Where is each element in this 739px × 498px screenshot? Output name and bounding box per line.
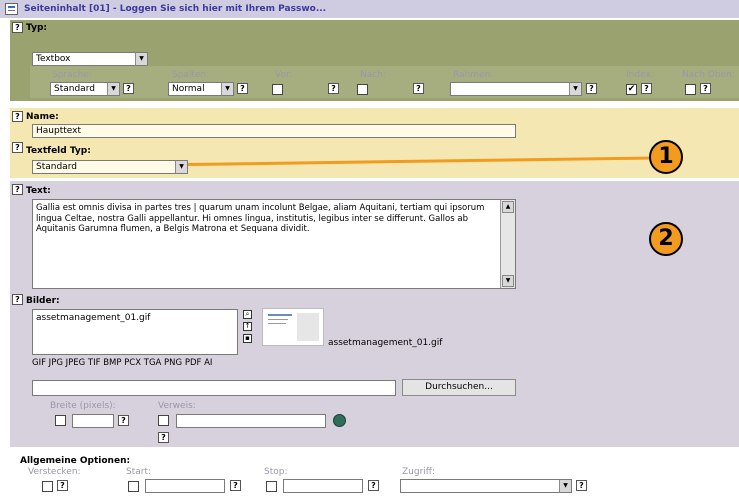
textfeld-select[interactable]: Standard ▼: [32, 160, 188, 174]
search-icon[interactable]: ⌕: [243, 310, 252, 319]
typ-header-band: [10, 20, 739, 34]
verstecken-label: Verstecken:: [28, 467, 81, 477]
text-area-content: Gallia est omnis divisa in partes tres |…: [36, 203, 485, 234]
nach-help-icon[interactable]: ?: [413, 83, 424, 94]
start-checkbox[interactable]: [128, 481, 139, 492]
nach-checkbox[interactable]: [357, 84, 368, 95]
nach-oben-checkbox[interactable]: [685, 84, 696, 95]
typ-label: Typ:: [26, 23, 47, 33]
window-title: Seiteninhalt [01] - Loggen Sie sich hier…: [24, 4, 327, 14]
sprache-select-value: Standard: [54, 84, 95, 94]
name-input-value: Haupttext: [36, 126, 81, 136]
stop-help-icon[interactable]: ?: [368, 480, 379, 491]
file-path-input[interactable]: [32, 380, 396, 396]
chevron-down-icon: ▼: [559, 480, 571, 492]
callout-badge-1: 1: [649, 140, 683, 174]
vor-label: Vor:: [275, 70, 293, 80]
typ-help-icon[interactable]: ?: [12, 22, 23, 33]
stop-label: Stop:: [264, 467, 288, 477]
callout-badge-2: 2: [649, 222, 683, 256]
chevron-down-icon: ▼: [135, 53, 147, 65]
bilder-help-icon[interactable]: ?: [12, 294, 23, 305]
start-label: Start:: [126, 467, 152, 477]
name-help-icon[interactable]: ?: [12, 111, 23, 122]
image-thumbnail[interactable]: [262, 308, 324, 346]
rahmen-label: Rahmen:: [453, 70, 494, 80]
vor-help-icon[interactable]: ?: [328, 83, 339, 94]
start-help-icon[interactable]: ?: [230, 480, 241, 491]
verweis-help-icon[interactable]: ?: [158, 432, 169, 443]
verweis-label: Verweis:: [158, 401, 196, 411]
thumbnail-caption: assetmanagement_01.gif: [328, 338, 443, 348]
stop-checkbox[interactable]: [266, 481, 277, 492]
verweis-checkbox[interactable]: [158, 415, 169, 426]
allgemeine-label: Allgemeine Optionen:: [20, 456, 131, 466]
textfeld-select-value: Standard: [36, 162, 77, 172]
index-help-icon[interactable]: ?: [641, 83, 652, 94]
breite-input[interactable]: [72, 414, 114, 428]
title-bar: Seiteninhalt [01] - Loggen Sie sich hier…: [0, 0, 739, 18]
zugriff-select[interactable]: ▼: [400, 479, 572, 493]
text-area[interactable]: Gallia est omnis divisa in partes tres |…: [32, 199, 516, 289]
chevron-down-icon: ▼: [107, 83, 119, 95]
name-label: Name:: [26, 112, 59, 122]
breite-label: Breite (pixels):: [50, 401, 116, 411]
verweis-input[interactable]: [176, 414, 326, 428]
trash-icon[interactable]: ▪: [243, 334, 252, 343]
sprache-select[interactable]: Standard ▼: [50, 82, 120, 96]
stop-input[interactable]: [283, 479, 363, 493]
breite-checkbox[interactable]: [55, 415, 66, 426]
text-label: Text:: [26, 186, 51, 196]
verstecken-checkbox[interactable]: [42, 481, 53, 492]
text-area-scrollbar[interactable]: ▲ ▼: [500, 200, 515, 288]
page-icon: [5, 3, 18, 15]
name-input[interactable]: Haupttext: [32, 124, 516, 138]
breite-help-icon[interactable]: ?: [118, 415, 129, 426]
bilder-file-list-item[interactable]: assetmanagement_01.gif: [36, 313, 150, 323]
scroll-up-icon[interactable]: ▲: [502, 201, 514, 213]
browse-button[interactable]: Durchsuchen...: [402, 379, 516, 396]
start-input[interactable]: [145, 479, 225, 493]
rahmen-help-icon[interactable]: ?: [586, 83, 597, 94]
zugriff-label: Zugriff:: [402, 467, 436, 477]
spalten-label: Spalten:: [172, 70, 210, 80]
type-select-value: Textbox: [36, 54, 71, 64]
spalten-help-icon[interactable]: ?: [237, 83, 248, 94]
vor-checkbox[interactable]: [272, 84, 283, 95]
textfeld-label: Textfeld Typ:: [26, 146, 91, 156]
globe-icon[interactable]: [333, 414, 346, 427]
spalten-select[interactable]: Normal ▼: [168, 82, 234, 96]
index-label: Index:: [626, 70, 654, 80]
nach-label: Nach:: [360, 70, 386, 80]
nach-oben-label: Nach Oben:: [682, 70, 735, 80]
sprache-label: Sprache:: [52, 70, 92, 80]
chevron-down-icon: ▼: [221, 83, 233, 95]
bilder-label: Bilder:: [26, 296, 60, 306]
zugriff-help-icon[interactable]: ?: [576, 480, 587, 491]
index-checkbox[interactable]: ✔: [626, 84, 637, 95]
upload-icon[interactable]: ↑: [243, 322, 252, 331]
chevron-down-icon: ▼: [569, 83, 581, 95]
chevron-down-icon: ▼: [175, 161, 187, 173]
text-help-icon[interactable]: ?: [12, 184, 23, 195]
rahmen-select[interactable]: ▼: [450, 82, 582, 96]
verstecken-help-icon[interactable]: ?: [57, 480, 68, 491]
bilder-file-list[interactable]: assetmanagement_01.gif: [32, 309, 238, 355]
spalten-select-value: Normal: [172, 84, 205, 94]
allowed-types: GIF JPG JPEG TIF BMP PCX TGA PNG PDF AI: [32, 358, 213, 368]
sprache-help-icon[interactable]: ?: [123, 83, 134, 94]
scroll-down-icon[interactable]: ▼: [502, 275, 514, 287]
textfeld-help-icon[interactable]: ?: [12, 142, 23, 153]
type-select[interactable]: Textbox ▼: [32, 52, 148, 66]
nach-oben-help-icon[interactable]: ?: [700, 83, 711, 94]
